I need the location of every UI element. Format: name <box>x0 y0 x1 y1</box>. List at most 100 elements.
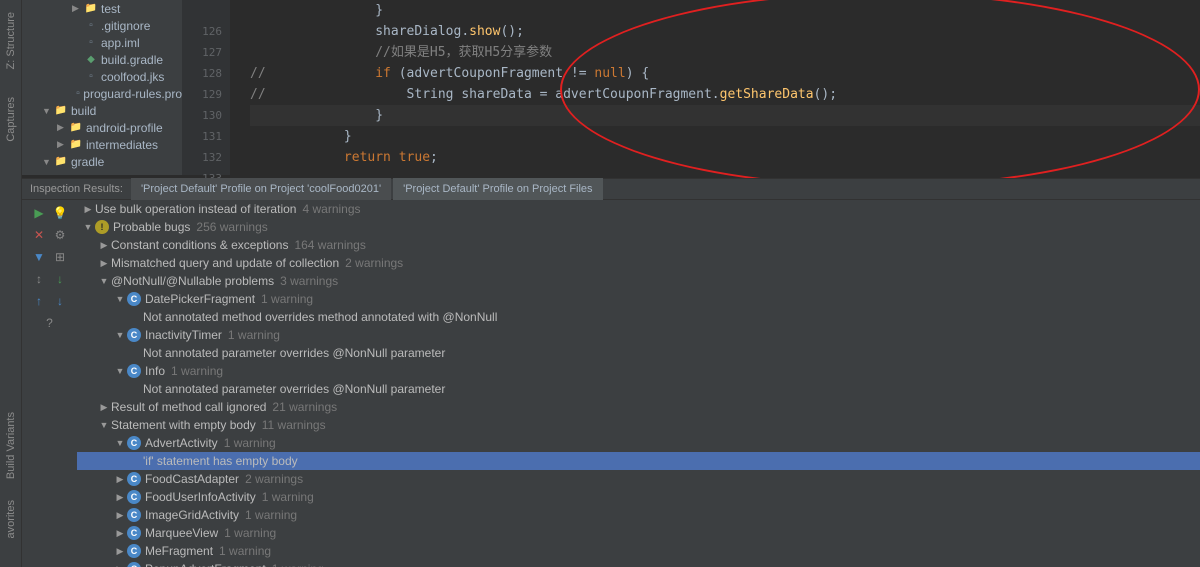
inspection-item-label: Not annotated parameter overrides @NonNu… <box>143 382 445 396</box>
code-editor[interactable]: } shareDialog.show(); //如果是H5，获取H5分享参数//… <box>230 0 1200 175</box>
inspection-item[interactable]: ▼CAdvertActivity1 warning <box>77 434 1200 452</box>
tree-arrow-icon[interactable]: ▶ <box>81 204 95 215</box>
tree-item[interactable]: ▫.gitignore <box>22 17 182 34</box>
inspection-item[interactable]: ▼Statement with empty body11 warnings <box>77 416 1200 434</box>
inspection-tree[interactable]: ▶Use bulk operation instead of iteration… <box>77 200 1200 567</box>
tree-arrow-icon[interactable]: ▶ <box>97 402 111 413</box>
tree-arrow-icon[interactable]: ▶ <box>97 240 111 251</box>
inspection-item[interactable]: ▼@NotNull/@Nullable problems3 warnings <box>77 272 1200 290</box>
inspection-item[interactable]: 'if' statement has empty body <box>77 452 1200 470</box>
warning-count: 164 warnings <box>294 238 365 252</box>
group-icon[interactable]: ⊞ <box>51 248 69 266</box>
inspection-tab[interactable]: 'Project Default' Profile on Project Fil… <box>393 178 602 200</box>
tree-item[interactable]: ▫proguard-rules.pro <box>22 85 182 102</box>
inspection-item[interactable]: ▼CDatePickerFragment1 warning <box>77 290 1200 308</box>
tree-item-label: android-profile <box>86 121 163 135</box>
code-line[interactable]: //如果是H5，获取H5分享参数 <box>250 42 1200 63</box>
code-line[interactable]: shareDialog.show(); <box>250 21 1200 42</box>
line-number[interactable]: 132 <box>182 147 222 168</box>
settings-icon[interactable]: ⚙ <box>51 226 69 244</box>
tree-arrow-icon[interactable]: ▶ <box>113 564 127 567</box>
tree-arrow-icon[interactable]: ▼ <box>97 276 111 286</box>
line-number[interactable]: 126 <box>182 21 222 42</box>
tree-arrow-icon[interactable]: ▶ <box>113 528 127 539</box>
tree-item[interactable]: ▼📁gradle <box>22 153 182 170</box>
code-line[interactable]: // String shareData = advertCouponFragme… <box>250 84 1200 105</box>
code-line[interactable]: return true; <box>250 147 1200 168</box>
inspection-item[interactable]: ▶Result of method call ignored21 warning… <box>77 398 1200 416</box>
next-icon[interactable]: ↓ <box>51 292 69 310</box>
inspection-item-label: MarqueeView <box>145 526 218 540</box>
tree-arrow-icon[interactable]: ▶ <box>113 510 127 521</box>
tree-arrow-icon[interactable]: ▶ <box>113 546 127 557</box>
tree-item[interactable]: ◆build.gradle <box>22 51 182 68</box>
code-line[interactable]: } <box>250 126 1200 147</box>
tree-arrow-icon[interactable]: ▶ <box>72 3 84 14</box>
inspection-item-label: FoodCastAdapter <box>145 472 239 486</box>
inspection-item[interactable]: ▶Use bulk operation instead of iteration… <box>77 200 1200 218</box>
line-number[interactable] <box>182 0 222 21</box>
rerun-icon[interactable]: ▶ <box>30 204 48 222</box>
filter-icon[interactable]: ▼ <box>30 248 48 266</box>
structure-tab[interactable]: Z: Structure <box>5 12 17 69</box>
expand-icon[interactable]: ↕ <box>30 270 48 288</box>
tree-arrow-icon[interactable]: ▼ <box>81 222 95 232</box>
line-number[interactable]: 127 <box>182 42 222 63</box>
tree-item[interactable]: ▫app.iml <box>22 34 182 51</box>
inspection-item[interactable]: ▼CInactivityTimer1 warning <box>77 326 1200 344</box>
inspection-item[interactable]: Not annotated parameter overrides @NonNu… <box>77 344 1200 362</box>
inspection-tab[interactable]: 'Project Default' Profile on Project 'co… <box>131 178 391 200</box>
line-number[interactable]: 128 <box>182 63 222 84</box>
export-icon[interactable]: ↓ <box>51 270 69 288</box>
tree-arrow-icon[interactable]: ▶ <box>57 122 69 133</box>
inspection-item[interactable]: ▶CMarqueeView1 warning <box>77 524 1200 542</box>
warning-count: 3 warnings <box>280 274 338 288</box>
favorites-tab[interactable]: avorites <box>5 500 17 539</box>
project-tree[interactable]: ▶📁test▫.gitignore▫app.iml◆build.gradle▫c… <box>22 0 182 175</box>
warning-count: 11 warnings <box>262 418 326 432</box>
close-icon[interactable]: ✕ <box>30 226 48 244</box>
build-variants-tab[interactable]: Build Variants <box>5 412 17 479</box>
tree-arrow-icon[interactable]: ▼ <box>113 330 127 340</box>
inspection-item[interactable]: Not annotated parameter overrides @NonNu… <box>77 380 1200 398</box>
code-line[interactable]: // if (advertCouponFragment != null) { <box>250 63 1200 84</box>
tree-arrow-icon[interactable]: ▶ <box>113 492 127 503</box>
inspection-item[interactable]: ▼CInfo1 warning <box>77 362 1200 380</box>
inspection-item[interactable]: ▼!Probable bugs256 warnings <box>77 218 1200 236</box>
tree-item[interactable]: ▶📁intermediates <box>22 136 182 153</box>
help-icon[interactable]: ? <box>41 314 59 332</box>
tree-arrow-icon[interactable]: ▼ <box>113 366 127 376</box>
tree-item[interactable]: ▫coolfood.jks <box>22 68 182 85</box>
tree-arrow-icon[interactable]: ▼ <box>42 157 54 167</box>
folder-icon: 📁 <box>69 138 83 152</box>
inspection-item[interactable]: ▶CMeFragment1 warning <box>77 542 1200 560</box>
inspection-item[interactable]: ▶CPopupAdvertFragment1 warning <box>77 560 1200 567</box>
class-icon: C <box>127 472 141 486</box>
tree-arrow-icon[interactable]: ▶ <box>97 258 111 269</box>
line-number[interactable]: 130 <box>182 105 222 126</box>
bulb-icon[interactable]: 💡 <box>51 204 69 222</box>
tree-item[interactable]: ▶📁test <box>22 0 182 17</box>
line-number[interactable]: 129 <box>182 84 222 105</box>
tree-item[interactable]: ▼📁build <box>22 102 182 119</box>
tree-item[interactable]: ▶📁android-profile <box>22 119 182 136</box>
tree-arrow-icon[interactable]: ▼ <box>113 294 127 304</box>
warning-count: 1 warning <box>224 526 276 540</box>
tree-arrow-icon[interactable]: ▼ <box>97 420 111 430</box>
prev-icon[interactable]: ↑ <box>30 292 48 310</box>
tree-arrow-icon[interactable]: ▶ <box>57 139 69 150</box>
inspection-item[interactable]: ▶CImageGridActivity1 warning <box>77 506 1200 524</box>
inspection-item[interactable]: ▶Constant conditions & exceptions164 war… <box>77 236 1200 254</box>
inspection-item[interactable]: Not annotated method overrides method an… <box>77 308 1200 326</box>
code-line[interactable]: } <box>250 105 1200 126</box>
inspection-item[interactable]: ▶CFoodUserInfoActivity1 warning <box>77 488 1200 506</box>
inspection-item[interactable]: ▶CFoodCastAdapter2 warnings <box>77 470 1200 488</box>
code-line[interactable]: } <box>250 0 1200 21</box>
tree-arrow-icon[interactable]: ▶ <box>113 474 127 485</box>
inspection-item[interactable]: ▶Mismatched query and update of collecti… <box>77 254 1200 272</box>
line-number[interactable]: 131 <box>182 126 222 147</box>
captures-tab[interactable]: Captures <box>5 97 17 142</box>
tree-arrow-icon[interactable]: ▼ <box>42 106 54 116</box>
tree-arrow-icon[interactable]: ▼ <box>113 438 127 448</box>
warning-count: 1 warning <box>261 292 313 306</box>
